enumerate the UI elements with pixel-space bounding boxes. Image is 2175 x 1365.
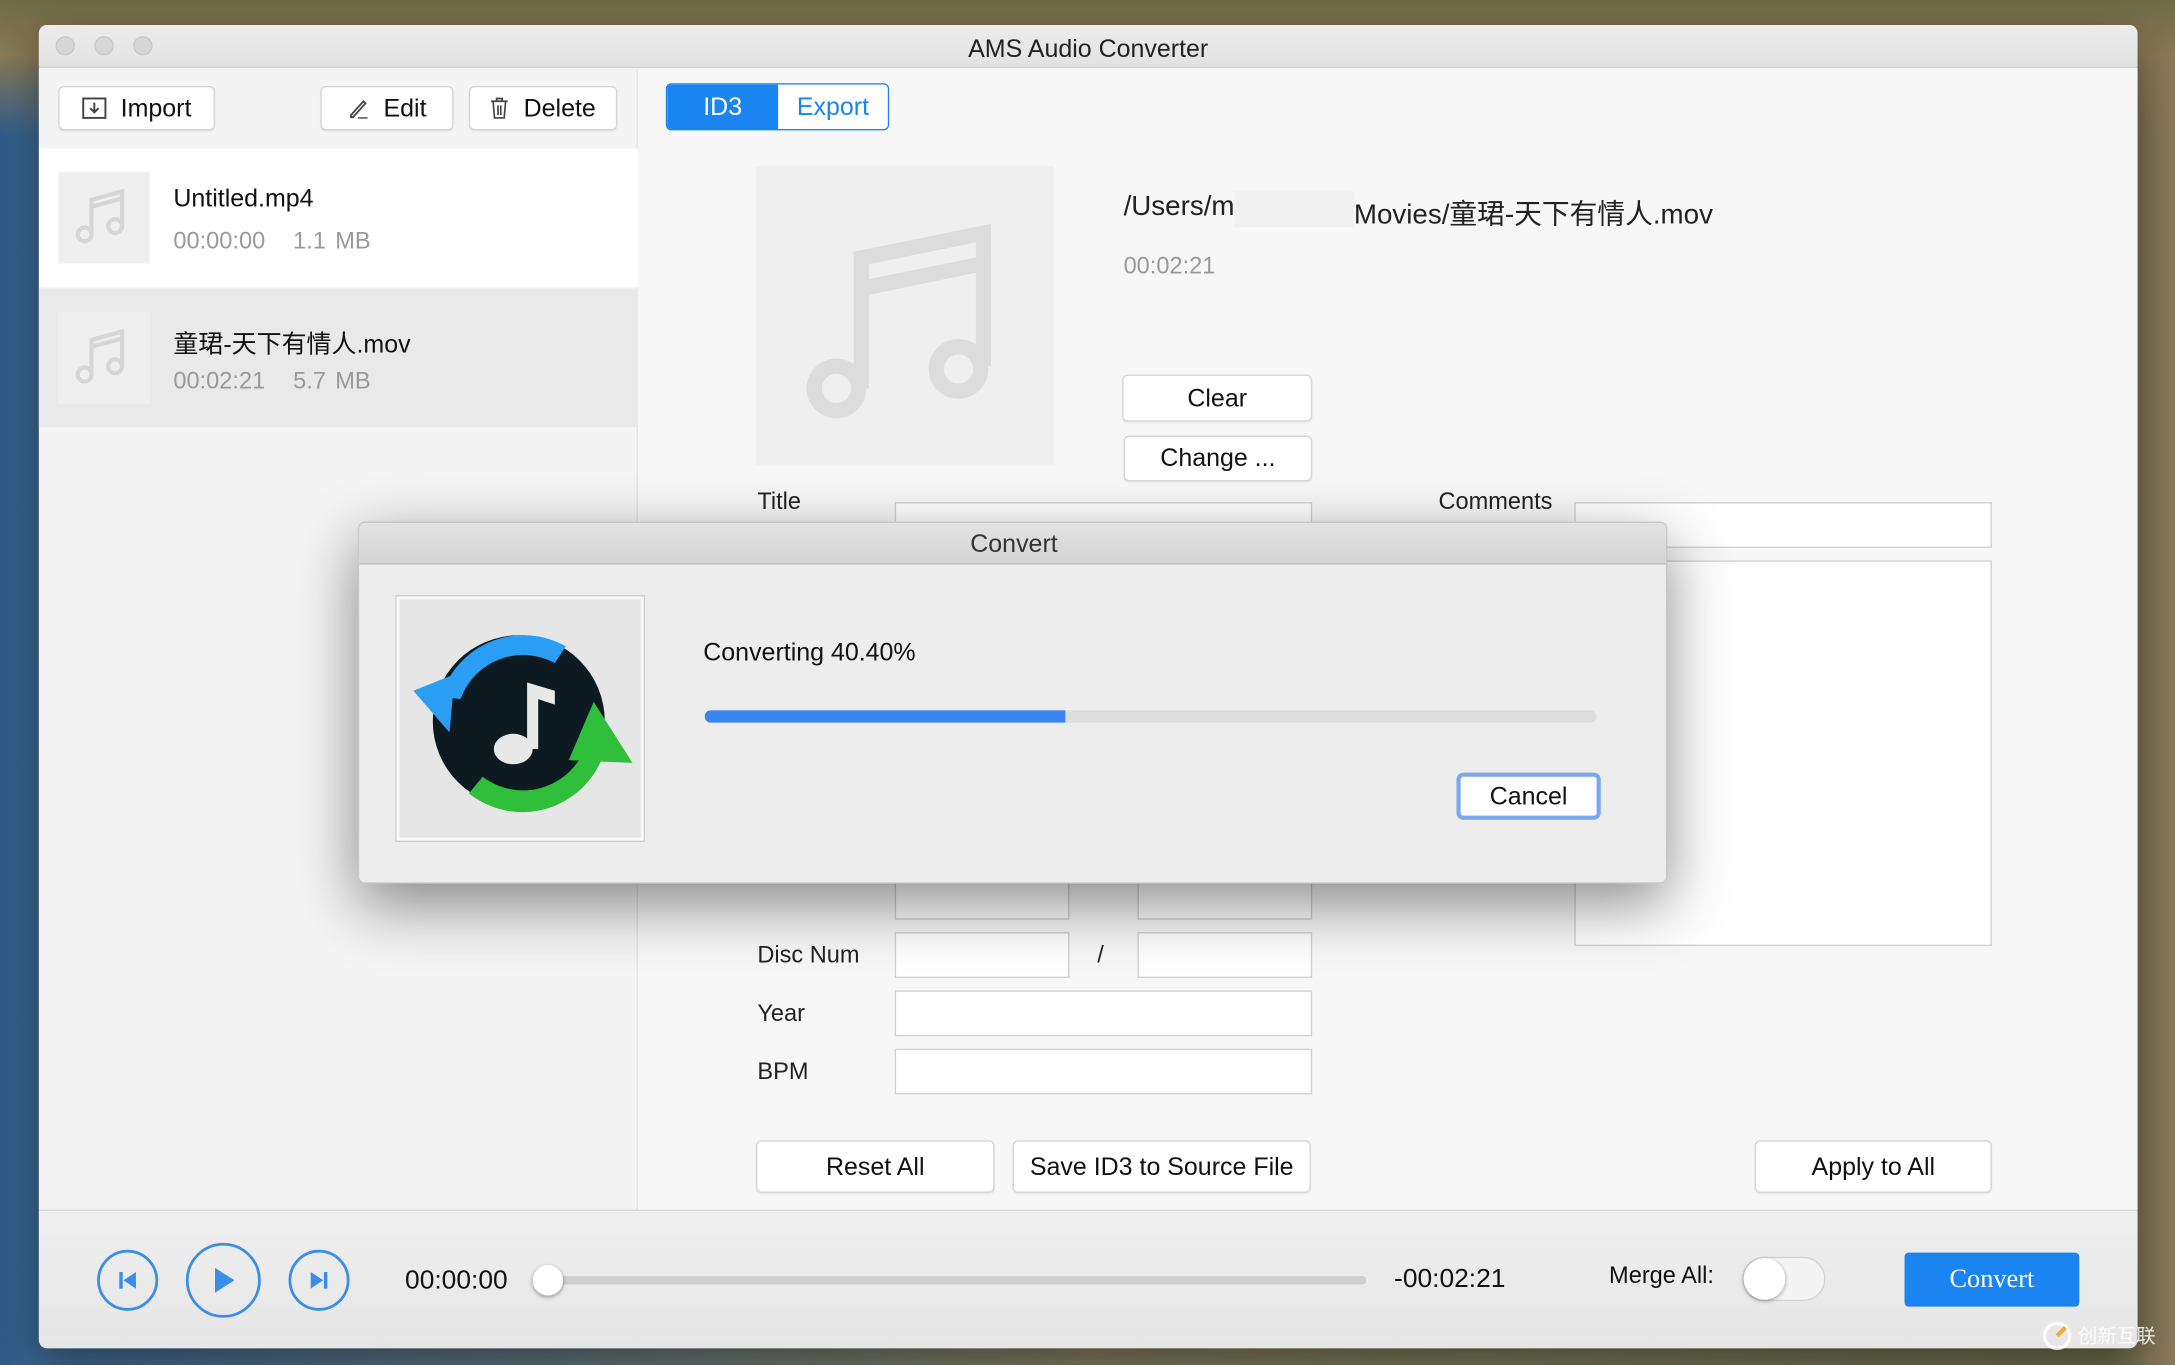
file-meta: 00:02:21 5.7 MB xyxy=(173,368,370,396)
seek-slider[interactable] xyxy=(532,1265,1367,1296)
reset-all-button[interactable]: Reset All xyxy=(755,1140,995,1193)
dialog-title: Convert xyxy=(359,522,1666,565)
music-note-icon xyxy=(806,223,992,419)
trash-icon xyxy=(491,97,509,119)
file-list-item[interactable]: Untitled.mp4 00:00:00 1.1 MB xyxy=(38,148,639,288)
import-icon xyxy=(82,97,107,119)
file-name: 童珺-天下有情人.mov xyxy=(173,330,411,358)
music-note-icon xyxy=(58,172,150,264)
artwork xyxy=(755,166,1055,465)
path-suffix: Movies/童珺-天下有情人.mov xyxy=(1353,199,1713,231)
bpm-input[interactable] xyxy=(894,1048,1313,1095)
remaining-time: -00:02:21 xyxy=(1394,1265,1506,1295)
comments-label: Comments xyxy=(1438,488,1553,515)
convert-dialog: Convert Converting 40.40% Cancel xyxy=(357,521,1668,884)
import-label: Import xyxy=(120,93,192,122)
app-logo xyxy=(396,596,644,841)
watermark-logo: 创新互联 xyxy=(2042,1321,2156,1352)
previous-button[interactable] xyxy=(97,1249,159,1311)
file-duration: 00:00:00 xyxy=(173,227,266,254)
year-input[interactable] xyxy=(894,990,1313,1037)
disc-separator: / xyxy=(1097,941,1104,969)
watermark-icon xyxy=(2042,1321,2072,1351)
path-prefix: /Users/m xyxy=(1123,191,1235,222)
redacted-block xyxy=(1234,191,1354,228)
clear-artwork-button[interactable]: Clear xyxy=(1122,374,1313,422)
change-artwork-button[interactable]: Change ... xyxy=(1123,435,1313,482)
edit-label: Edit xyxy=(383,93,427,122)
current-time: 00:00:00 xyxy=(405,1266,508,1296)
bpm-label: BPM xyxy=(757,1058,809,1085)
file-list-item-selected[interactable]: 童珺-天下有情人.mov 00:02:21 5.7 MB xyxy=(38,288,639,428)
skip-forward-icon xyxy=(310,1271,328,1289)
seek-slider-knob[interactable] xyxy=(532,1265,564,1296)
play-icon xyxy=(215,1267,235,1293)
tab-export[interactable]: Export xyxy=(778,84,888,130)
import-button[interactable]: Import xyxy=(58,86,216,131)
file-size: 5.7 MB xyxy=(293,367,371,394)
tab-id3[interactable]: ID3 xyxy=(667,84,779,130)
cancel-button[interactable]: Cancel xyxy=(1456,772,1601,820)
title-bar: AMS Audio Converter xyxy=(38,24,2138,68)
disc-total-input[interactable] xyxy=(1137,932,1313,978)
save-id3-button[interactable]: Save ID3 to Source File xyxy=(1012,1140,1311,1193)
file-name: Untitled.mp4 xyxy=(173,184,314,213)
delete-button[interactable]: Delete xyxy=(468,86,618,131)
file-duration: 00:02:21 xyxy=(1123,252,1216,279)
convert-button[interactable]: Convert xyxy=(1904,1252,2080,1307)
tab-bar: ID3 Export xyxy=(665,83,890,131)
file-duration: 00:02:21 xyxy=(173,367,266,394)
convert-progress-fill xyxy=(704,710,1065,723)
file-path: /Users/m Movies/童珺-天下有情人.mov xyxy=(1124,191,1713,231)
apply-to-all-button[interactable]: Apply to All xyxy=(1754,1140,1992,1193)
player-bar: 00:00:00 -00:02:21 Merge All: Convert xyxy=(38,1209,2138,1349)
next-button[interactable] xyxy=(288,1249,350,1311)
file-meta: 00:00:00 1.1 MB xyxy=(173,227,370,255)
skip-back-icon xyxy=(119,1271,136,1289)
convert-status: Converting 40.40% xyxy=(703,638,916,666)
desktop: AMS Audio Converter Import Edit Delete U… xyxy=(0,0,2175,1365)
disc-num-input[interactable] xyxy=(894,932,1070,978)
play-button[interactable] xyxy=(185,1242,261,1318)
merge-all-toggle[interactable] xyxy=(1742,1256,1826,1302)
music-note-icon xyxy=(58,312,150,404)
year-label: Year xyxy=(757,1000,806,1027)
file-size: 1.1 MB xyxy=(293,227,371,254)
window-title: AMS Audio Converter xyxy=(968,34,1209,63)
convert-progress-bar xyxy=(704,710,1597,723)
merge-all-label: Merge All: xyxy=(1609,1262,1714,1289)
toggle-knob xyxy=(1743,1258,1786,1300)
pencil-icon xyxy=(350,99,369,119)
edit-button[interactable]: Edit xyxy=(320,86,454,131)
disc-num-label: Disc Num xyxy=(757,941,860,969)
title-label: Title xyxy=(757,488,802,515)
delete-label: Delete xyxy=(523,93,596,122)
